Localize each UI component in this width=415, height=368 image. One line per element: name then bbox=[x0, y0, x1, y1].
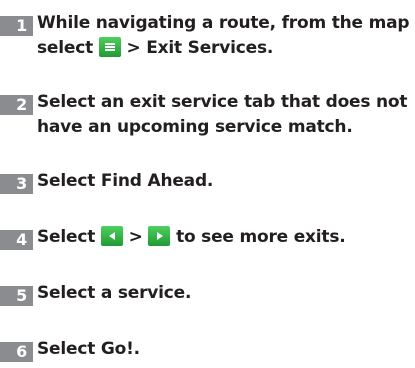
step-6-line: 6 Select Go!. bbox=[0, 337, 415, 362]
step-3: 3 Select Find Ahead. bbox=[0, 169, 415, 194]
step-number-badge: 2 bbox=[0, 95, 33, 115]
step-2-line-2: have an upcoming service match. bbox=[0, 115, 415, 140]
step-3-line: 3 Select Find Ahead. bbox=[0, 169, 415, 194]
step-1: 1 While navigating a route, from the map … bbox=[0, 11, 415, 61]
step-1-text-pre: select bbox=[37, 38, 94, 58]
step-number-badge: 5 bbox=[0, 286, 33, 306]
step-6: 6 Select Go!. bbox=[0, 337, 415, 362]
step-1-text: While navigating a route, from the map bbox=[37, 13, 410, 33]
step-2-text: Select an exit service tab that does not bbox=[37, 92, 408, 112]
step-2-line-1: 2 Select an exit service tab that does no… bbox=[0, 90, 415, 115]
step-5-text: Select a service. bbox=[37, 283, 192, 303]
step-2-text-cont: have an upcoming service match. bbox=[37, 117, 353, 137]
step-number-badge: 3 bbox=[0, 174, 33, 194]
step-1-text-post: > Exit Services. bbox=[126, 38, 274, 58]
step-4-separator: > bbox=[128, 227, 143, 247]
instructions-page: 1 While navigating a route, from the map … bbox=[0, 0, 415, 368]
arrow-left-icon bbox=[100, 226, 123, 246]
step-1-line-2: select > Exit Services. bbox=[0, 36, 415, 61]
step-number-badge: 1 bbox=[0, 16, 33, 36]
step-1-line-1: 1 While navigating a route, from the map bbox=[0, 11, 415, 36]
step-5: 5 Select a service. bbox=[0, 281, 415, 306]
step-number-badge: 6 bbox=[0, 342, 33, 362]
step-4-line: 4 Select > to see more exits. bbox=[0, 225, 415, 250]
step-4-text-pre: Select bbox=[37, 227, 96, 247]
step-number-badge: 4 bbox=[0, 230, 33, 250]
step-4-text-post: to see more exits. bbox=[176, 227, 346, 247]
menu-icon bbox=[98, 37, 121, 57]
step-5-line: 5 Select a service. bbox=[0, 281, 415, 306]
step-2: 2 Select an exit service tab that does no… bbox=[0, 90, 415, 140]
step-3-text: Select Find Ahead. bbox=[37, 171, 214, 191]
arrow-right-icon bbox=[148, 226, 171, 246]
step-4: 4 Select > to see more exits. bbox=[0, 225, 415, 250]
step-6-text: Select Go!. bbox=[37, 339, 140, 359]
